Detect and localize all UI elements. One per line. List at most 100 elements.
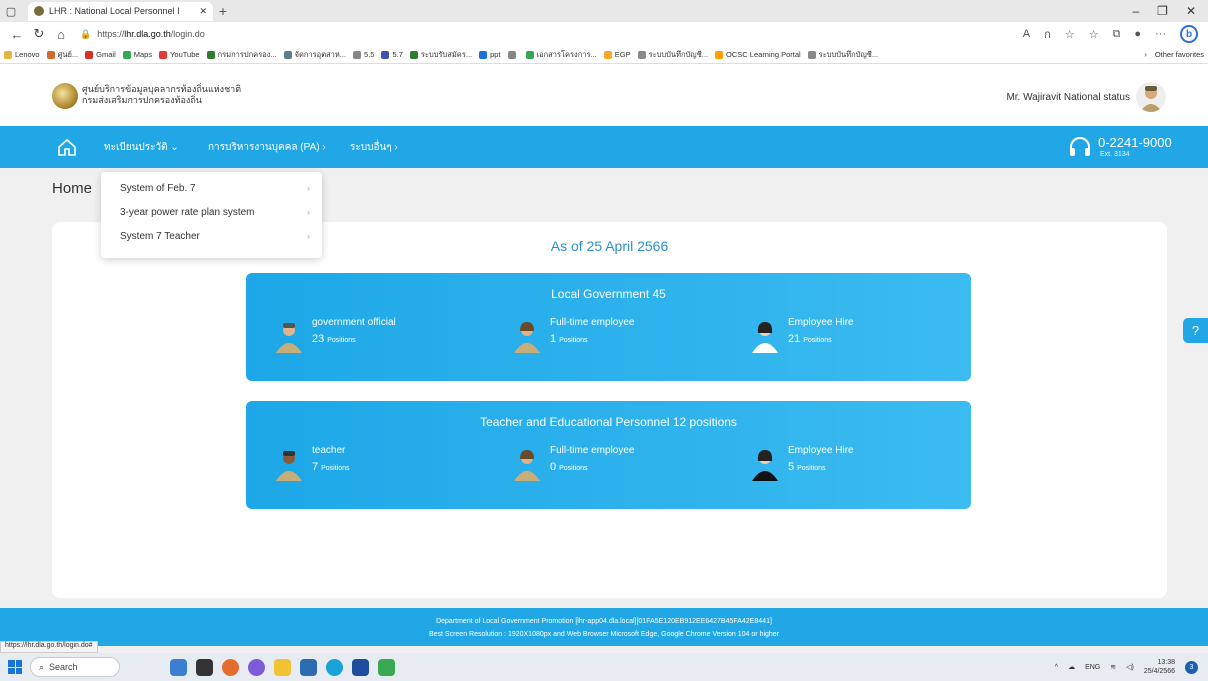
browser-tab[interactable]: LHR : National Local Personnel I ✕ — [28, 1, 213, 21]
favorite-item[interactable]: Maps — [122, 50, 152, 59]
home-browser-icon[interactable]: ⌂ — [50, 27, 72, 42]
stat-label: Employee Hire — [788, 445, 854, 456]
favorite-item[interactable]: กรมการปกครอง... — [206, 49, 277, 61]
menu-item-power-rate-plan[interactable]: 3-year power rate plan system › — [120, 207, 310, 218]
onedrive-icon[interactable]: ☁ — [1068, 663, 1075, 671]
url-path: /login.do — [170, 29, 205, 39]
chevron-right-icon: › — [1144, 50, 1147, 59]
app-widgets-icon[interactable] — [170, 658, 187, 676]
wifi-icon[interactable]: ≋ — [1110, 663, 1116, 671]
user-name[interactable]: Mr. Wajiravit National status — [1006, 92, 1130, 103]
back-icon[interactable]: ← — [6, 27, 28, 42]
employee-female-icon — [514, 450, 540, 481]
restore-icon[interactable]: ❐ — [1157, 4, 1168, 18]
favorite-item[interactable]: EGP — [603, 50, 631, 59]
translate-icon[interactable]: ก — [1044, 25, 1051, 43]
url-field[interactable]: 🔒 https://lhr.dla.go.th/login.do — [80, 29, 205, 40]
favorite-item[interactable]: Gmail — [85, 50, 116, 59]
favorite-icon — [85, 50, 94, 59]
refresh-icon[interactable]: ↻ — [28, 26, 50, 42]
favorite-icon — [46, 50, 55, 59]
taskbar-apps — [170, 658, 395, 676]
app-chrome-icon[interactable] — [222, 658, 239, 676]
favorites-icon[interactable]: ☆ — [1089, 28, 1099, 41]
stat-government-official: government official 23 Positions — [272, 317, 396, 353]
support-ext: Ext. 3134 — [1100, 151, 1130, 158]
menu-item-label: System 7 Teacher — [120, 231, 200, 242]
tab-title: LHR : National Local Personnel I — [49, 6, 180, 16]
chevron-right-icon: › — [307, 207, 310, 217]
employee-female-icon — [514, 322, 540, 353]
favorite-item[interactable]: 5.5 — [353, 50, 374, 59]
stat-employee-hire: Employee Hire 21 Positions — [748, 317, 854, 353]
favorite-item[interactable]: ระบบบันทึกบัญชี... — [637, 49, 708, 61]
language-indicator[interactable]: ENG — [1085, 664, 1100, 671]
app-file-explorer-icon[interactable] — [274, 658, 291, 676]
favorite-item[interactable]: Lenovo — [4, 50, 40, 59]
minimize-icon[interactable]: – — [1132, 4, 1139, 18]
app-task-view-icon[interactable] — [196, 658, 213, 676]
favorite-icon — [479, 50, 488, 59]
collections-icon[interactable]: ⧉ — [1112, 28, 1120, 41]
favorite-item[interactable]: จัดการอุตสาห... — [283, 49, 347, 61]
read-aloud-icon[interactable]: A — [1023, 28, 1030, 40]
clock[interactable]: 13:38 25/4/2566 — [1144, 658, 1175, 676]
tab-actions-icon[interactable]: ▢ — [0, 0, 22, 22]
favorite-star-icon[interactable]: ☆ — [1065, 28, 1075, 41]
search-icon: ⌕ — [39, 661, 45, 672]
nav-other-systems[interactable]: ระบบอื่นๆ › — [350, 140, 398, 155]
home-icon[interactable] — [57, 138, 77, 156]
other-favorites[interactable]: › Other favorites — [1144, 50, 1204, 59]
favorite-icon — [122, 50, 131, 59]
menu-item-label: System of Feb. 7 — [120, 183, 196, 194]
app-store-icon[interactable] — [300, 658, 317, 676]
profile-icon[interactable]: ● — [1134, 28, 1141, 40]
favorite-item[interactable]: ระบบรับสมัคร... — [409, 49, 472, 61]
more-menu-icon[interactable]: ··· — [1155, 28, 1166, 40]
favorite-item[interactable]: เอกสารโครงการ... — [525, 49, 597, 61]
nav-registry[interactable]: ทะเบียนประวัติ ⌄ — [104, 140, 179, 155]
stat-count: 23 — [312, 333, 325, 345]
menu-item-system7-teacher[interactable]: System 7 Teacher › — [120, 231, 310, 242]
new-tab-button[interactable]: + — [213, 3, 233, 19]
help-side-button[interactable]: ? — [1183, 318, 1208, 343]
panel-teacher-personnel: Teacher and Educational Personnel 12 pos… — [246, 401, 971, 509]
favorite-item[interactable] — [507, 50, 519, 59]
favorite-label: จัดการอุตสาห... — [294, 49, 347, 59]
app-word-icon[interactable] — [352, 658, 369, 676]
close-tab-icon[interactable]: ✕ — [199, 6, 207, 17]
nav-personnel-admin[interactable]: การบริหารงานบุคคล (PA) › — [208, 140, 326, 155]
app-edge-icon[interactable] — [326, 658, 343, 676]
stat-count: 0 — [550, 461, 557, 473]
favorite-icon — [807, 50, 816, 59]
stat-count: 1 — [550, 333, 557, 345]
favorite-icon — [353, 50, 362, 59]
favorite-label: YouTube — [170, 50, 200, 59]
menu-item-system-feb7[interactable]: System of Feb. 7 › — [120, 183, 310, 194]
notification-badge[interactable]: 3 — [1185, 660, 1198, 674]
favorite-item[interactable]: YouTube — [159, 50, 200, 59]
panel-local-government: Local Government 45 government official 2… — [246, 273, 971, 381]
close-window-icon[interactable]: ✕ — [1186, 4, 1196, 18]
taskbar-search[interactable]: ⌕ Search — [30, 657, 120, 677]
favorite-item[interactable]: ppt — [479, 50, 501, 59]
employee-hire-female-icon — [752, 450, 778, 481]
stat-unit: Positions — [559, 465, 588, 472]
app-chat-icon[interactable] — [248, 658, 265, 676]
stat-unit: Positions — [803, 337, 832, 344]
page-title: Home — [52, 180, 93, 197]
app-line-icon[interactable] — [378, 658, 395, 676]
favorites-bar: Lenovo ศูนย์... Gmail Maps YouTube กรมการปกคร… — [0, 46, 1208, 64]
favorite-item[interactable]: ระบบบันทึกบัญชี... — [807, 49, 878, 61]
favorite-item[interactable]: OCSC Learning Portal — [715, 50, 801, 59]
bing-icon[interactable]: b — [1180, 25, 1198, 43]
favorite-item[interactable]: ศูนย์... — [46, 49, 79, 61]
system-tray: ^ ☁ ENG ≋ ◁) 13:38 25/4/2566 3 — [1055, 658, 1208, 676]
volume-icon[interactable]: ◁) — [1126, 663, 1134, 671]
user-avatar[interactable] — [1136, 82, 1166, 112]
favorite-label: ศูนย์... — [57, 49, 79, 59]
tray-chevron-up-icon[interactable]: ^ — [1055, 664, 1058, 671]
dla-logo[interactable] — [52, 83, 78, 109]
favorite-item[interactable]: 5.7 — [381, 50, 403, 59]
windows-start-icon[interactable] — [8, 660, 22, 674]
